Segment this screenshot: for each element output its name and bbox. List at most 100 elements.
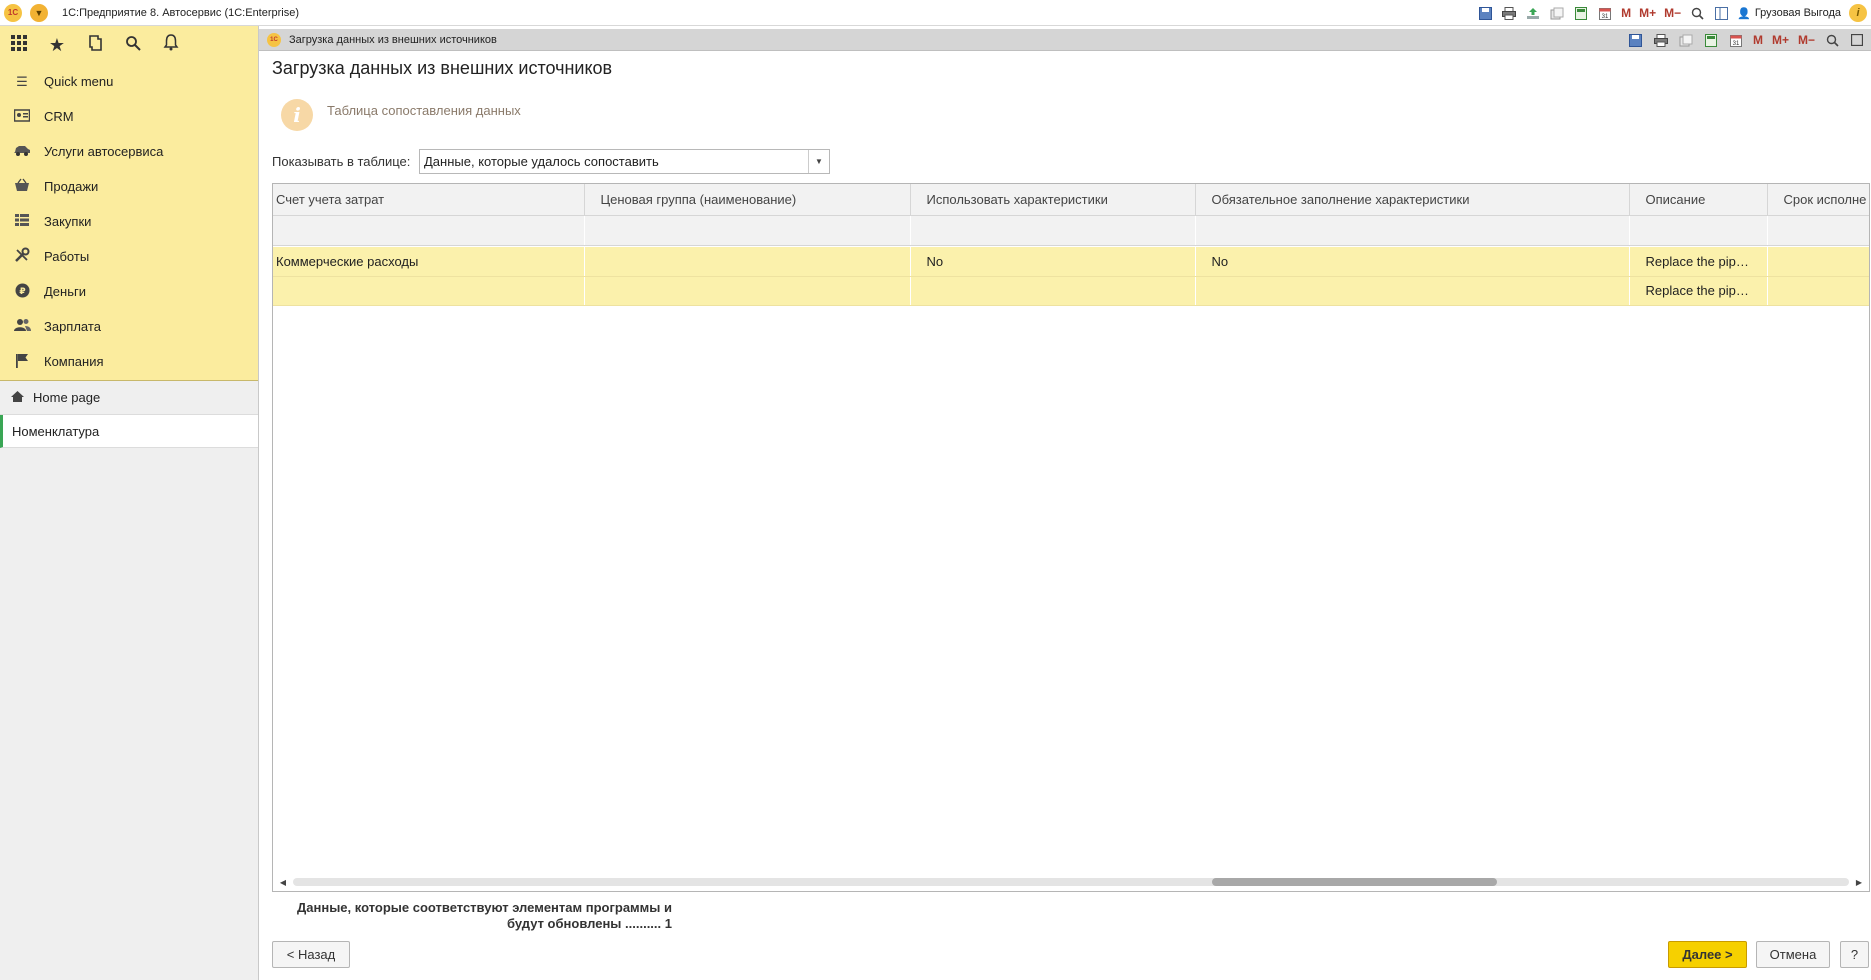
sections-panel: ★ ☰ Quick menu CRM Услуги автосервиса Пр… [0, 26, 258, 380]
info-icon[interactable]: i [1849, 4, 1867, 22]
sidebar-item-purchases[interactable]: Закупки [0, 204, 258, 239]
scrollbar-thumb[interactable] [1212, 878, 1497, 886]
sidebar-item-label: Quick menu [44, 74, 114, 89]
main-menu-dropdown-icon[interactable]: ▼ [30, 3, 48, 22]
home-page-link[interactable]: Home page [0, 381, 258, 415]
tools-icon [12, 247, 32, 266]
calendar-icon[interactable]: 31 [1597, 5, 1613, 21]
zoom-icon[interactable] [1824, 32, 1840, 48]
sidebar-item-label: Деньги [44, 284, 86, 299]
sidebar-item-crm[interactable]: CRM [0, 99, 258, 134]
m-minus-icon[interactable]: M− [1798, 33, 1815, 47]
horizontal-scrollbar[interactable]: ◀ ▶ [273, 873, 1869, 891]
table-cell[interactable] [1767, 247, 1869, 277]
user-name: Грузовая Выгода [1754, 7, 1841, 19]
info-icon: i [281, 99, 313, 131]
sidebar-item-sales[interactable]: Продажи [0, 169, 258, 204]
save-icon[interactable] [1477, 5, 1493, 21]
sidebar-item-label: Компания [44, 354, 104, 369]
people-icon [12, 318, 32, 335]
app-title: 1С:Предприятие 8. Автосервис (1С:Enterpr… [62, 6, 300, 19]
search-icon[interactable] [124, 35, 142, 56]
open-window-nomenclature[interactable]: Номенклатура [0, 415, 258, 448]
column-header[interactable]: Срок исполне [1767, 184, 1869, 216]
notifications-bell-icon[interactable] [162, 34, 180, 56]
column-header[interactable]: Использовать характеристики [910, 184, 1196, 216]
sidebar-item-works[interactable]: Работы [0, 239, 258, 274]
next-button[interactable]: Далее > [1668, 941, 1747, 968]
table-cell[interactable] [584, 276, 911, 306]
sidebar-item-salary[interactable]: Зарплата [0, 309, 258, 344]
maximize-icon[interactable] [1849, 32, 1865, 48]
app-logo-icon[interactable]: 1С [4, 3, 22, 22]
apps-grid-icon[interactable] [10, 34, 28, 57]
filter-cell[interactable] [910, 215, 1196, 246]
cancel-button[interactable]: Отмена [1756, 941, 1830, 968]
filter-cell[interactable] [273, 215, 585, 246]
scroll-left-icon[interactable]: ◀ [273, 878, 293, 887]
dropdown-arrow-icon[interactable]: ▼ [808, 150, 829, 173]
m-minus-icon[interactable]: M− [1664, 6, 1681, 20]
document-tab: 1С Загрузка данных из внешних источников… [259, 29, 1871, 51]
sidebar: ★ ☰ Quick menu CRM Услуги автосервиса Пр… [0, 26, 259, 980]
calculator-icon[interactable] [1703, 32, 1719, 48]
calendar-icon[interactable]: 31 [1728, 32, 1744, 48]
m-icon[interactable]: M [1621, 6, 1631, 20]
print-icon[interactable] [1501, 5, 1517, 21]
table-row[interactable]: Replace the pip… [273, 276, 1869, 306]
car-icon [12, 144, 32, 159]
filter-cell[interactable] [584, 215, 911, 246]
sidebar-item-autoservice[interactable]: Услуги автосервиса [0, 134, 258, 169]
show-in-table-select[interactable]: Данные, которые удалось сопоставить ▼ [419, 149, 830, 174]
column-header[interactable]: Описание [1629, 184, 1768, 216]
mapping-table[interactable]: Счет учета затрат Ценовая группа (наимен… [272, 183, 1870, 892]
money-icon: ₽ [12, 283, 32, 301]
favorites-star-icon[interactable]: ★ [48, 35, 66, 56]
table-cell[interactable]: Replace the pip… [1629, 247, 1768, 277]
copy-icon[interactable] [1549, 5, 1565, 21]
table-cell[interactable] [1195, 276, 1630, 306]
panel-icon[interactable] [1713, 5, 1729, 21]
filter-cell[interactable] [1195, 215, 1630, 246]
calculator-icon[interactable] [1573, 5, 1589, 21]
summary-line-1: Данные, которые соответствуют элементам … [297, 900, 672, 915]
table-cell[interactable]: Коммерческие расходы [273, 247, 585, 277]
column-header[interactable]: Ценовая группа (наименование) [584, 184, 911, 216]
zoom-icon[interactable] [1689, 5, 1705, 21]
save-icon[interactable] [1628, 32, 1644, 48]
scrollbar-track[interactable] [293, 878, 1849, 886]
summary-text: Данные, которые соответствуют элементам … [272, 900, 672, 932]
history-icon[interactable] [86, 34, 104, 57]
m-plus-icon[interactable]: M+ [1639, 6, 1656, 20]
m-icon[interactable]: M [1753, 33, 1763, 47]
back-button[interactable]: < Назад [272, 941, 350, 968]
table-cell[interactable] [1767, 276, 1869, 306]
print-icon[interactable] [1653, 32, 1669, 48]
sidebar-item-company[interactable]: Компания [0, 344, 258, 379]
upload-icon[interactable] [1525, 5, 1541, 21]
table-row[interactable]: Коммерческие расходы No No Replace the p… [273, 247, 1869, 277]
column-header[interactable]: Счет учета затрат [273, 184, 585, 216]
table-cell[interactable] [910, 276, 1196, 306]
help-button[interactable]: ? [1840, 941, 1869, 968]
column-header[interactable]: Обязательное заполнение характеристики [1195, 184, 1630, 216]
user-menu[interactable]: 👤 Грузовая Выгода [1737, 7, 1841, 20]
table-cell[interactable]: Replace the pip… [1629, 276, 1768, 306]
menu-icon: ☰ [16, 73, 28, 89]
basket-icon [12, 178, 32, 195]
sidebar-item-label: Продажи [44, 179, 99, 194]
scroll-right-icon[interactable]: ▶ [1849, 878, 1869, 887]
sidebar-item-quick-menu[interactable]: ☰ Quick menu [0, 64, 258, 99]
purchases-icon [12, 213, 32, 230]
table-cell[interactable] [584, 247, 911, 277]
copy-icon[interactable] [1678, 32, 1694, 48]
filter-cell[interactable] [1629, 215, 1768, 246]
table-cell[interactable]: No [910, 247, 1196, 277]
svg-text:31: 31 [1733, 41, 1740, 47]
table-cell[interactable]: No [1195, 247, 1630, 277]
sidebar-item-money[interactable]: ₽ Деньги [0, 274, 258, 309]
sidebar-item-label: Зарплата [44, 319, 101, 334]
filter-cell[interactable] [1767, 215, 1869, 246]
table-cell[interactable] [273, 276, 585, 306]
m-plus-icon[interactable]: M+ [1772, 33, 1789, 47]
